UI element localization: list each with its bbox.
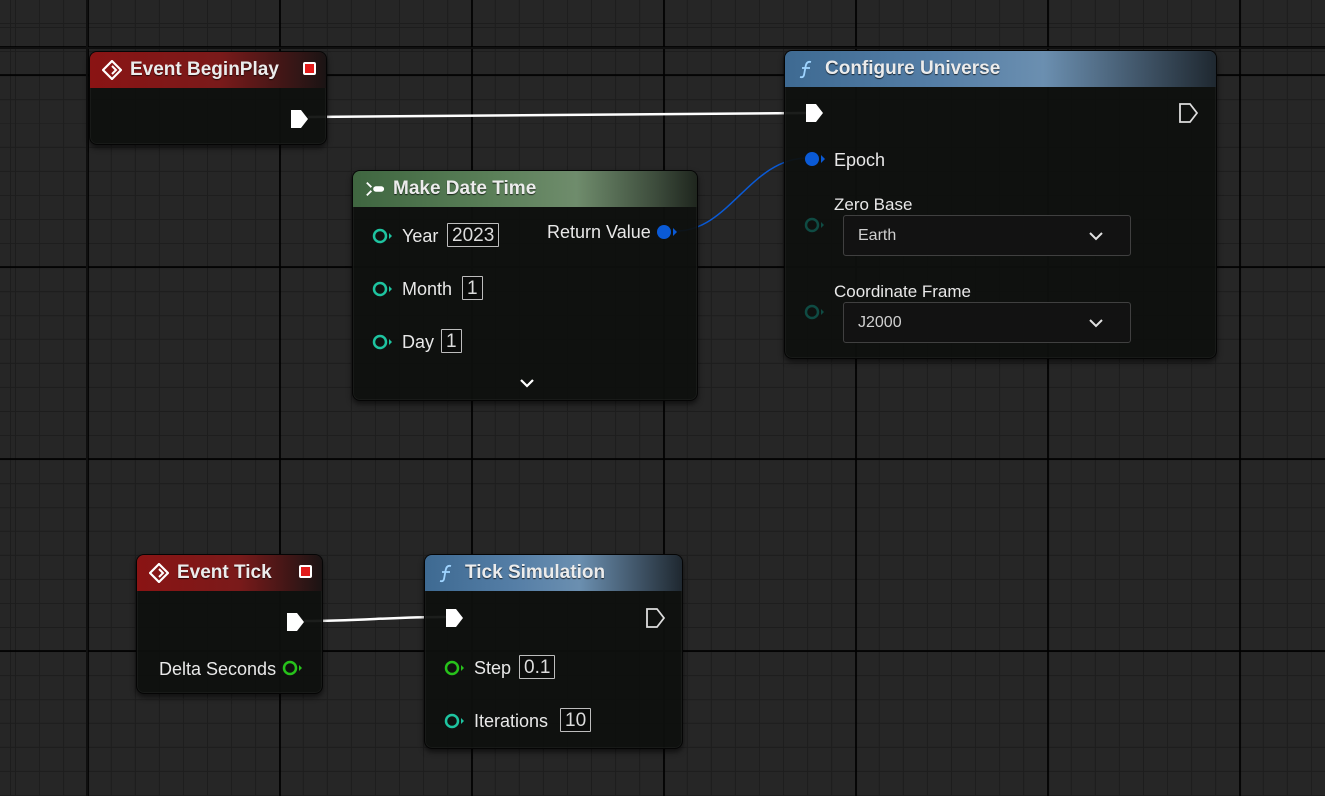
function-f-icon [797,59,817,79]
epoch-label: Epoch [834,150,886,170]
exec-out-pin[interactable] [289,109,309,129]
iterations-input[interactable]: 10 [560,708,592,732]
return-value-label: Return Value [547,222,651,242]
iterations-label: Iterations [474,711,549,731]
node-header[interactable]: Configure Universe [785,51,1216,87]
coordinate-frame-label: Coordinate Frame [834,282,972,301]
node-title: Configure Universe [825,58,1001,79]
node-header[interactable]: Event BeginPlay [90,52,326,88]
chevron-down-icon [1089,319,1103,328]
exec-out-pin[interactable] [645,608,665,628]
node-header[interactable]: Event Tick [137,555,322,591]
exec-wire-beginplay-configure[interactable] [307,111,807,119]
epoch-struct-pin[interactable] [803,150,827,168]
return-value-pin[interactable] [655,223,679,241]
coordinate-frame-pin[interactable] [803,303,827,321]
delta-seconds-label: Delta Seconds [159,659,277,679]
exec-in-pin[interactable] [804,103,824,123]
month-input[interactable]: 1 [462,276,483,300]
expand-chevron-icon[interactable] [519,376,535,390]
node-title: Event BeginPlay [130,59,279,80]
month-pin[interactable] [371,280,395,298]
coordinate-frame-dropdown[interactable]: J2000 [843,302,1131,343]
year-input[interactable]: 2023 [447,223,500,247]
node-configure-universe[interactable]: Configure Universe Epoch Zero Base Earth… [784,50,1217,359]
node-event-tick[interactable]: Event Tick Delta Seconds [136,554,323,694]
day-label: Day [402,332,435,352]
blueprint-graph-canvas[interactable]: Event BeginPlay Configure Universe Epoch… [0,0,1325,796]
event-diamond-icon [149,563,169,583]
year-pin[interactable] [371,227,395,245]
node-title: Make Date Time [393,178,537,199]
iterations-pin[interactable] [443,712,467,730]
coordinate-frame-value: J2000 [858,313,902,331]
node-title: Event Tick [177,562,272,583]
step-label: Step [474,658,512,678]
step-input[interactable]: 0.1 [519,655,556,679]
node-title: Tick Simulation [465,562,606,583]
event-delegate-pin[interactable] [303,62,316,75]
zero-base-pin[interactable] [803,216,827,234]
node-tick-simulation[interactable]: Tick Simulation Step 0.1 Iterations 10 [424,554,683,749]
year-label: Year [402,226,439,246]
event-delegate-pin[interactable] [299,565,312,578]
zero-base-value: Earth [858,226,897,244]
exec-out-pin[interactable] [1178,103,1198,123]
event-diamond-icon [102,60,122,80]
zero-base-dropdown[interactable]: Earth [843,215,1131,256]
day-input[interactable]: 1 [441,329,462,353]
exec-out-pin[interactable] [285,612,305,632]
node-header[interactable]: Make Date Time [353,171,697,207]
chevron-down-icon [1089,232,1103,241]
month-label: Month [402,279,453,299]
day-pin[interactable] [371,333,395,351]
function-f-icon [437,563,457,583]
step-pin[interactable] [443,659,467,677]
make-struct-icon [365,179,385,199]
node-make-date-time[interactable]: Make Date Time Year 2023 Month 1 Day 1 R… [352,170,698,401]
zero-base-label: Zero Base [834,195,913,214]
node-event-beginplay[interactable]: Event BeginPlay [89,51,327,145]
delta-seconds-pin[interactable] [281,659,305,677]
exec-in-pin[interactable] [444,608,464,628]
node-header[interactable]: Tick Simulation [425,555,682,591]
